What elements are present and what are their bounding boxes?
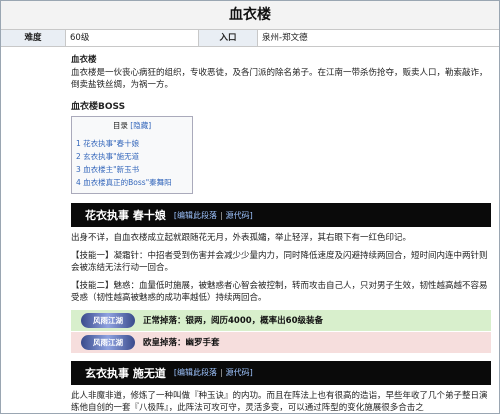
- toc-item-1[interactable]: 1 花衣执事"春十娘: [76, 137, 188, 150]
- toc-item-3[interactable]: 3 血衣楼主"新玉书: [76, 163, 188, 176]
- toc-header: 目录 [隐藏]: [76, 120, 188, 131]
- normal-drop-row: 风雨江湖 正常掉落：银两，阅历4000，概率出60级装备: [71, 309, 491, 331]
- game-logo: 风雨江湖: [81, 334, 135, 350]
- drop-text: 正常掉落：银两，阅历4000，概率出60级装备: [143, 316, 323, 326]
- edit-section-link[interactable]: [编辑此段落: [174, 367, 217, 378]
- section-header-chun-shiniang: 花衣执事 春十娘 [编辑此段落 | 源代码]: [71, 203, 491, 227]
- page-title: 血衣楼: [1, 1, 499, 30]
- section-paragraph: 【技能一】凝霜针：中招者受到伤害并会减少少量内力，同时降低速度及闪避持续两回合，…: [71, 250, 488, 274]
- page-frame: 血衣楼 难度 60级 入口 泉州-郑文德 血衣楼 血衣楼是一伙丧心病狂的组织，专…: [0, 0, 500, 414]
- entry-value: 泉州-郑文德: [262, 33, 308, 43]
- rare-drop-row: 风雨江湖 欧皇掉落：幽罗手套: [71, 331, 491, 353]
- section-paragraph: 出身不详，自血衣楼成立起就跟随花无月，外表孤孀，举止轻浮，其右眼下有一红色印记。: [71, 233, 412, 243]
- section-header-shi-wudao: 玄衣执事 施无道 [编辑此段落 | 源代码]: [71, 360, 491, 385]
- game-logo: 风雨江湖: [81, 312, 135, 328]
- toc-title: 目录: [112, 121, 128, 130]
- source-code-link[interactable]: 源代码]: [226, 210, 253, 221]
- org-description: 血衣楼是一伙丧心病狂的组织，专收恶徒，及各门派的除名弟子。在江南一带杀伤抢夺，贩…: [71, 68, 488, 90]
- org-heading: 血衣楼: [71, 55, 97, 65]
- difficulty-value: 60级: [66, 30, 199, 46]
- toc-toggle-link[interactable]: [隐藏]: [130, 121, 151, 130]
- edit-section-link[interactable]: [编辑此段落: [174, 210, 217, 221]
- section-title: 花衣执事 春十娘: [85, 209, 166, 222]
- drop-text: 欧皇掉落：幽罗手套: [143, 338, 220, 348]
- info-row: 难度 60级 入口 泉州-郑文德: [1, 30, 499, 47]
- section-title: 玄衣执事 施无道: [85, 366, 166, 380]
- toc-item-2[interactable]: 2 玄衣执事"施无道: [76, 150, 188, 163]
- entry-label: 入口: [199, 30, 258, 46]
- source-code-link[interactable]: 源代码]: [226, 367, 253, 378]
- main-content: 血衣楼 血衣楼是一伙丧心病狂的组织，专收恶徒，及各门派的除名弟子。在江南一带杀伤…: [1, 47, 499, 414]
- section-paragraph: 此人非魔非道，修炼了一种叫做『种玉诀』的内功。而且在阵法上也有很高的造诣，早些年…: [71, 390, 488, 414]
- boss-heading: 血衣楼BOSS: [71, 102, 126, 112]
- toc-item-4[interactable]: 4 血衣楼真正的Boss"秦舞阳: [76, 176, 188, 189]
- table-of-contents: 目录 [隐藏] 1 花衣执事"春十娘 2 玄衣执事"施无道 3 血衣楼主"新玉书…: [71, 116, 193, 194]
- section-paragraph: 【技能二】魅惑：血量低时施展，被魅惑者心智会被控制，转而攻击自己人，只对男子生效…: [71, 280, 488, 304]
- difficulty-label: 难度: [1, 30, 66, 46]
